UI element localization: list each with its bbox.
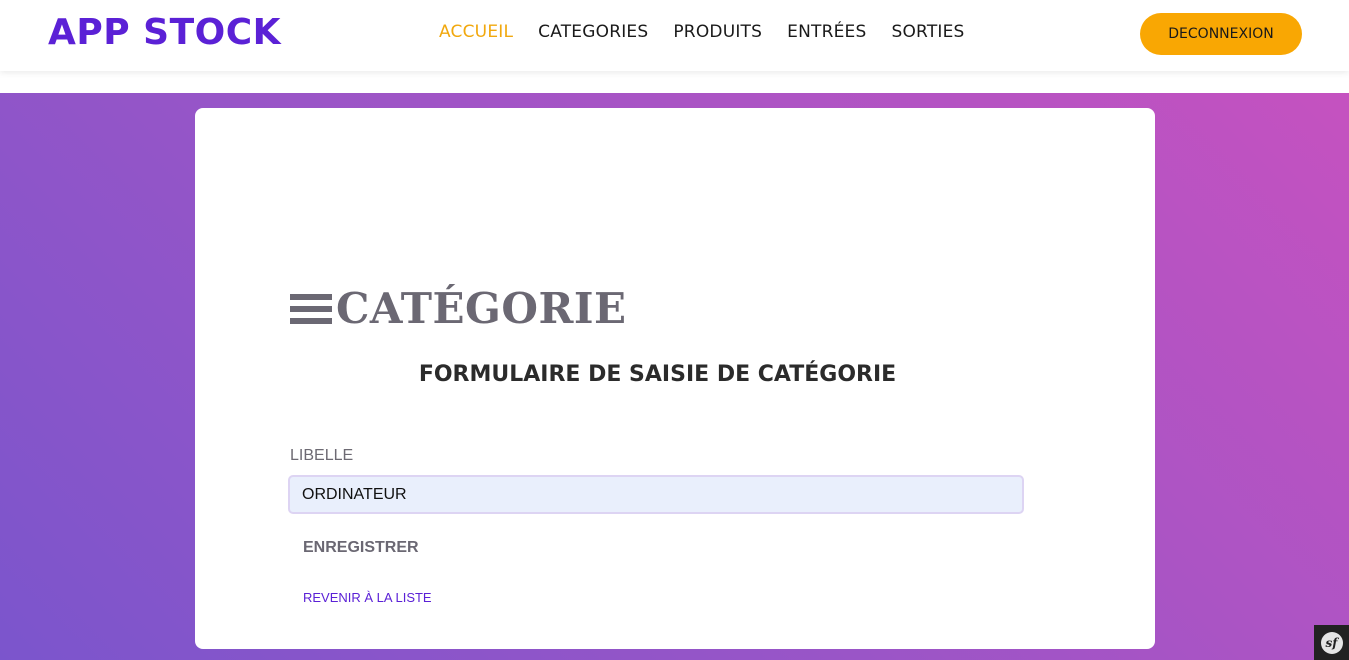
page-heading: CATÉGORIE bbox=[290, 284, 627, 333]
nav-accueil[interactable]: ACCUEIL bbox=[439, 22, 513, 42]
libelle-input[interactable] bbox=[288, 475, 1024, 514]
top-navbar: APP STOCK ACCUEIL CATEGORIES PRODUITS EN… bbox=[0, 0, 1349, 71]
form-subtitle: FORMULAIRE DE SAISIE DE CATÉGORIE bbox=[418, 362, 897, 387]
nav-entrees[interactable]: ENTRÉES bbox=[787, 22, 866, 42]
nav-produits[interactable]: PRODUITS bbox=[673, 22, 762, 42]
nav-sorties[interactable]: SORTIES bbox=[891, 22, 964, 42]
nav-categories[interactable]: CATEGORIES bbox=[538, 22, 648, 42]
menu-icon bbox=[290, 293, 332, 324]
libelle-label: LIBELLE bbox=[290, 447, 354, 464]
main-nav: ACCUEIL CATEGORIES PRODUITS ENTRÉES SORT… bbox=[439, 22, 965, 42]
form-card: CATÉGORIE FORMULAIRE DE SAISIE DE CATÉGO… bbox=[195, 108, 1155, 649]
save-button[interactable]: ENREGISTRER bbox=[303, 539, 419, 557]
app-logo[interactable]: APP STOCK bbox=[48, 12, 281, 53]
symfony-icon: sf bbox=[1320, 631, 1343, 654]
symfony-toolbar-toggle[interactable]: sf bbox=[1314, 625, 1349, 660]
back-to-list-link[interactable]: REVENIR À LA LISTE bbox=[303, 590, 432, 605]
page-title: CATÉGORIE bbox=[336, 284, 627, 333]
logout-button[interactable]: DECONNEXION bbox=[1140, 13, 1302, 55]
